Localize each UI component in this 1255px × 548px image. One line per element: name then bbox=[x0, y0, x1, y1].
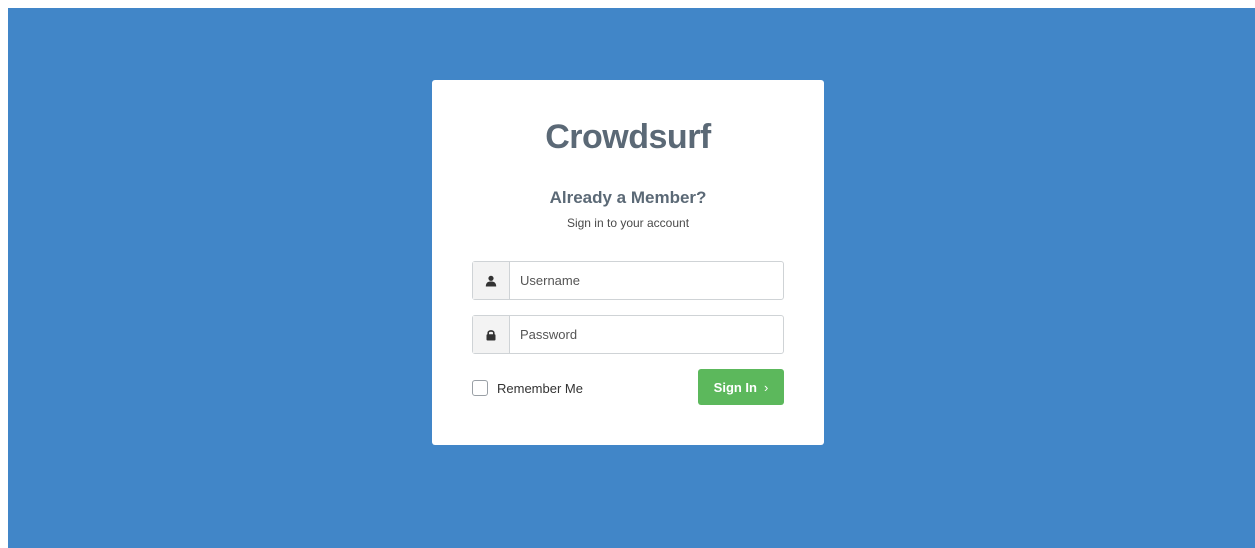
remember-me-label: Remember Me bbox=[497, 380, 583, 396]
password-input[interactable] bbox=[510, 316, 783, 353]
sign-in-button[interactable]: Sign In › bbox=[698, 369, 784, 405]
chevron-right-icon: › bbox=[764, 379, 769, 395]
password-field-group bbox=[472, 315, 784, 354]
remember-me[interactable]: Remember Me bbox=[472, 378, 583, 398]
username-input[interactable] bbox=[510, 262, 783, 299]
page-background: Crowdsurf Already a Member? Sign in to y… bbox=[8, 8, 1255, 548]
login-heading: Already a Member? bbox=[549, 188, 707, 207]
brand-title: Crowdsurf bbox=[545, 118, 711, 156]
sign-in-label: Sign In bbox=[713, 379, 757, 395]
user-icon bbox=[473, 262, 510, 299]
remember-me-checkbox[interactable] bbox=[472, 380, 488, 396]
username-field-group bbox=[472, 261, 784, 300]
login-card: Crowdsurf Already a Member? Sign in to y… bbox=[432, 80, 824, 445]
login-subheading: Sign in to your account bbox=[566, 216, 690, 230]
lock-icon bbox=[473, 316, 510, 353]
